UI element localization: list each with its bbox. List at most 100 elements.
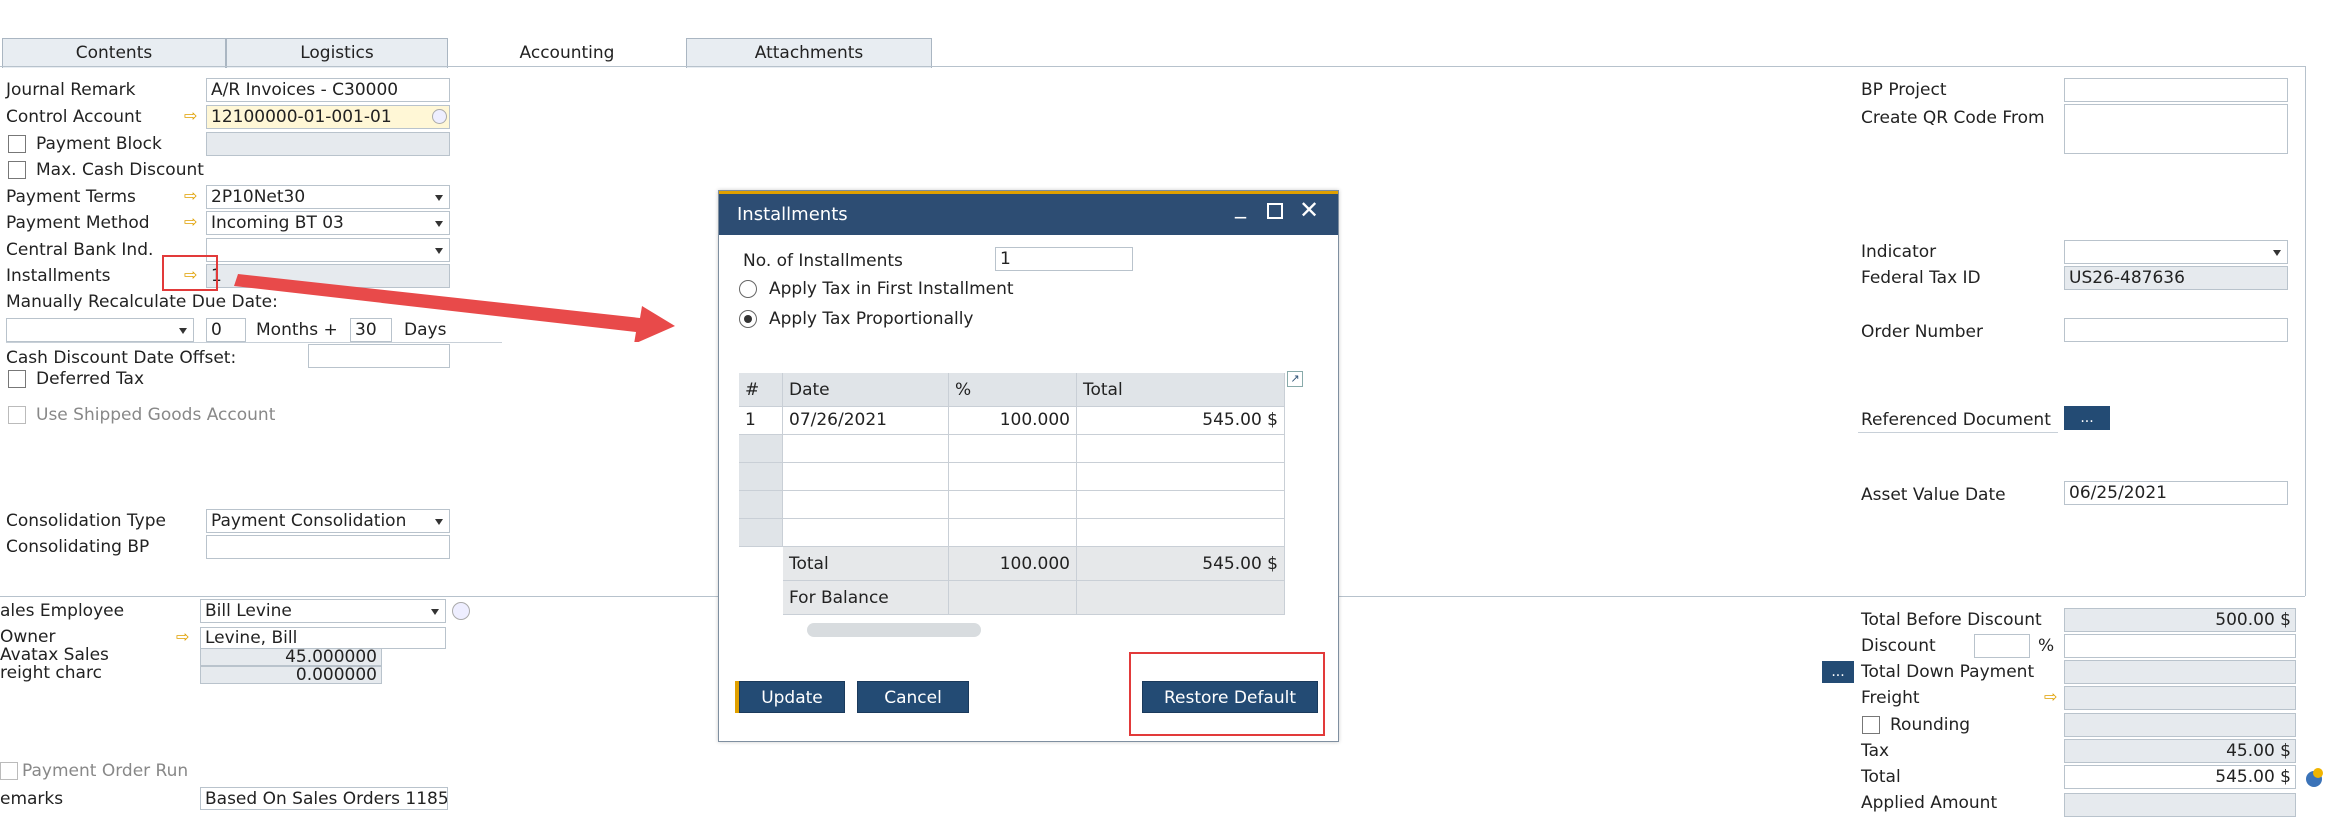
payment-terms-label: Payment Terms bbox=[6, 187, 136, 207]
for-balance-amount bbox=[1077, 581, 1285, 615]
table-cell[interactable] bbox=[1077, 491, 1285, 519]
no-installments-field[interactable]: 1 bbox=[995, 247, 1133, 271]
tax-label: Tax bbox=[1861, 741, 1890, 761]
recalc-select[interactable] bbox=[6, 318, 194, 342]
tax-field: 45.00 $ bbox=[2064, 739, 2296, 763]
link-arrow-icon[interactable]: ⇨ bbox=[2044, 686, 2057, 708]
remarks-label: emarks bbox=[0, 789, 64, 809]
table-cell[interactable] bbox=[949, 463, 1077, 491]
link-arrow-icon[interactable]: ⇨ bbox=[176, 626, 189, 648]
table-header: % bbox=[949, 373, 1077, 407]
table-cell[interactable] bbox=[949, 435, 1077, 463]
for-balance-pct bbox=[949, 581, 1077, 615]
max-cash-discount-label: Max. Cash Discount bbox=[36, 160, 204, 180]
choose-list-icon[interactable] bbox=[432, 109, 447, 124]
referenced-doc-label: Referenced Document bbox=[1861, 410, 2051, 430]
payment-method-label: Payment Method bbox=[6, 213, 150, 233]
discount-pct-field[interactable] bbox=[1974, 634, 2030, 658]
asset-value-date-field[interactable]: 06/25/2021 bbox=[2064, 481, 2288, 505]
row-handle bbox=[739, 435, 783, 463]
apply-tax-proportional-radio[interactable] bbox=[739, 310, 757, 328]
freight-field bbox=[2064, 686, 2296, 710]
down-payment-button[interactable]: ... bbox=[1822, 661, 1854, 683]
table-cell[interactable] bbox=[1077, 463, 1285, 491]
no-installments-label: No. of Installments bbox=[743, 251, 903, 271]
link-arrow-icon[interactable]: ⇨ bbox=[184, 185, 197, 207]
bp-project-field[interactable] bbox=[2064, 78, 2288, 102]
apply-tax-first-radio[interactable] bbox=[739, 280, 757, 298]
owner-label: Owner bbox=[0, 627, 56, 647]
dialog-title: Installments bbox=[737, 204, 848, 225]
control-account-field[interactable]: 12100000-01-001-01 bbox=[206, 105, 450, 129]
cancel-button[interactable]: Cancel bbox=[857, 681, 969, 713]
payment-method-select[interactable]: Incoming BT 03 bbox=[206, 211, 450, 235]
rounding-checkbox[interactable] bbox=[1862, 716, 1880, 734]
dialog-titlebar: Installments _ ✕ bbox=[719, 191, 1338, 235]
link-arrow-icon[interactable]: ⇨ bbox=[184, 105, 197, 127]
payment-terms-select[interactable]: 2P10Net30 bbox=[206, 185, 450, 209]
table-cell[interactable] bbox=[783, 519, 949, 547]
minimize-icon[interactable]: _ bbox=[1235, 194, 1246, 219]
table-cell: 1 bbox=[739, 407, 783, 435]
tab-underline bbox=[0, 66, 2305, 67]
tab-attachments[interactable]: Attachments bbox=[686, 38, 932, 68]
total-field[interactable]: 545.00 $ bbox=[2064, 765, 2296, 789]
tab-accounting[interactable]: Accounting bbox=[448, 38, 686, 68]
table-cell[interactable]: 545.00 $ bbox=[1077, 407, 1285, 435]
table-cell[interactable] bbox=[783, 463, 949, 491]
remarks-field[interactable]: Based On Sales Orders 1185. bbox=[200, 787, 448, 810]
row-handle bbox=[739, 519, 783, 547]
journal-remark-field[interactable]: A/R Invoices - C30000 bbox=[206, 78, 450, 102]
deferred-tax-checkbox[interactable] bbox=[8, 370, 26, 388]
payment-block-checkbox[interactable] bbox=[8, 135, 26, 153]
payment-order-run-checkbox bbox=[0, 762, 18, 780]
tab-contents[interactable]: Contents bbox=[2, 38, 226, 68]
total-before-discount-label: Total Before Discount bbox=[1861, 610, 2042, 630]
table-cell[interactable]: 100.000 bbox=[949, 407, 1077, 435]
choose-list-icon[interactable] bbox=[452, 602, 470, 620]
rounding-field bbox=[2064, 713, 2296, 737]
payment-block-label: Payment Block bbox=[36, 134, 162, 154]
update-button[interactable]: Update bbox=[739, 681, 845, 713]
table-cell[interactable] bbox=[1077, 519, 1285, 547]
table-cell[interactable]: 07/26/2021 bbox=[783, 407, 949, 435]
link-arrow-icon[interactable]: ⇨ bbox=[184, 211, 197, 233]
owner-field[interactable]: Levine, Bill bbox=[200, 627, 446, 649]
installments-dialog: Installments _ ✕ No. of Installments 1 A… bbox=[718, 190, 1339, 742]
table-cell[interactable] bbox=[949, 519, 1077, 547]
discount-value-field[interactable] bbox=[2064, 634, 2296, 658]
apply-tax-first-label: Apply Tax in First Installment bbox=[769, 279, 1014, 299]
referenced-doc-button[interactable]: ... bbox=[2064, 406, 2110, 430]
order-number-field[interactable] bbox=[2064, 318, 2288, 342]
consolidation-type-select[interactable]: Payment Consolidation bbox=[206, 509, 450, 533]
divider bbox=[1858, 432, 2058, 433]
max-cash-discount-checkbox[interactable] bbox=[8, 161, 26, 179]
central-bank-select[interactable] bbox=[206, 238, 450, 262]
table-header: # bbox=[739, 373, 783, 407]
table-cell[interactable] bbox=[949, 491, 1077, 519]
total-down-payment-label: Total Down Payment bbox=[1861, 662, 2035, 682]
sales-employee-select[interactable]: Bill Levine bbox=[200, 599, 446, 623]
expand-icon[interactable]: ↗ bbox=[1287, 371, 1303, 387]
maximize-icon[interactable] bbox=[1267, 203, 1283, 219]
row-handle bbox=[739, 463, 783, 491]
table-cell[interactable] bbox=[783, 435, 949, 463]
annotation-box bbox=[162, 255, 218, 291]
central-bank-label: Central Bank Ind. bbox=[6, 240, 154, 260]
create-qr-field[interactable] bbox=[2064, 104, 2288, 154]
federal-tax-field: US26-487636 bbox=[2064, 266, 2288, 290]
close-icon[interactable]: ✕ bbox=[1299, 196, 1319, 224]
freight-label: Freight bbox=[1861, 688, 1920, 708]
table-cell[interactable] bbox=[783, 491, 949, 519]
indicator-label: Indicator bbox=[1861, 242, 1937, 262]
consolidating-bp-field[interactable] bbox=[206, 535, 450, 559]
tab-logistics[interactable]: Logistics bbox=[226, 38, 448, 68]
deferred-tax-label: Deferred Tax bbox=[36, 369, 145, 389]
money-bag-icon[interactable] bbox=[2302, 765, 2326, 789]
total-down-payment-field bbox=[2064, 660, 2296, 684]
freight-charge-field: 0.000000 bbox=[200, 666, 382, 684]
table-cell[interactable] bbox=[1077, 435, 1285, 463]
indicator-select[interactable] bbox=[2064, 240, 2288, 264]
cash-disc-offset-field[interactable] bbox=[308, 344, 450, 368]
horizontal-scrollbar[interactable] bbox=[807, 623, 981, 637]
